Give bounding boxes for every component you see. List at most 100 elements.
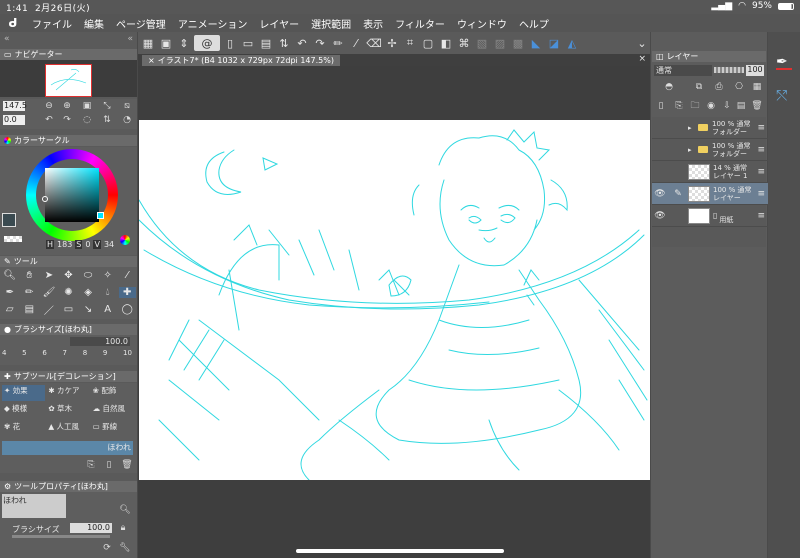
opacity-field[interactable]: 100 xyxy=(746,65,764,76)
selection-handle-icon[interactable]: ⌘ xyxy=(456,35,472,51)
copy-subtool-icon[interactable]: ⎘ xyxy=(84,459,98,471)
zoom-tool-icon[interactable]: 🔍︎ xyxy=(3,270,16,281)
layer-menu-icon[interactable]: ≡ xyxy=(757,211,765,221)
delete-subtool-icon[interactable]: 🗑︎ xyxy=(120,459,134,471)
new-folder-icon[interactable]: 🗀︎ xyxy=(688,100,702,112)
brush-size-title-bar[interactable]: ● ブラシサイズ[ほわ丸] xyxy=(0,324,137,335)
new-vector-layer-icon[interactable]: ⎘ xyxy=(672,100,686,112)
invert-selection-icon[interactable]: ◧ xyxy=(438,35,454,51)
color-mode-icon[interactable] xyxy=(120,235,130,245)
eyedropper-tool-icon[interactable]: ⁄ xyxy=(126,270,128,281)
export-icon[interactable]: ⇅ xyxy=(276,35,292,51)
merge-down-icon[interactable]: ⇩ xyxy=(720,100,734,112)
document-tab[interactable]: × イラスト7* (B4 1032 x 729px 72dpi 147.5%) xyxy=(142,55,340,66)
tool-brush-size-slider[interactable]: 100.0 xyxy=(70,523,112,533)
brush-preset[interactable]: 4 xyxy=(2,349,6,357)
text-tool-icon[interactable]: A xyxy=(104,304,111,315)
sv-picker-marker[interactable] xyxy=(42,196,48,202)
menu-filter[interactable]: フィルター xyxy=(395,16,445,31)
expand-folder-icon[interactable]: ▸ xyxy=(688,124,698,132)
brush-size-slider[interactable]: 100.0 xyxy=(70,337,130,346)
snap-perspective-icon[interactable]: ◭ xyxy=(564,35,580,51)
open-folder-icon[interactable]: ▭ xyxy=(240,35,256,51)
brush-preset[interactable]: 10 xyxy=(123,349,132,357)
flip-horizontal-icon[interactable]: ⧅ xyxy=(120,100,134,112)
home-indicator[interactable] xyxy=(296,549,504,553)
menu-help[interactable]: ヘルプ xyxy=(519,16,549,31)
pencil-tool-icon[interactable]: ✏︎ xyxy=(25,287,33,298)
brush-tool-icon[interactable]: 🖌︎ xyxy=(43,287,56,298)
fit-screen-icon[interactable]: ▣ xyxy=(80,100,94,112)
intermediate-color-icon[interactable]: ⤲ xyxy=(776,88,787,104)
spiral-logo-icon[interactable]: @ xyxy=(194,35,220,51)
layer-menu-icon[interactable]: ≡ xyxy=(757,145,765,155)
redo-icon[interactable]: ↷ xyxy=(312,35,328,51)
brush-preset[interactable]: 7 xyxy=(63,349,67,357)
layer-menu-icon[interactable]: ≡ xyxy=(757,123,765,133)
eye-icon[interactable]: 👁︎ xyxy=(652,189,668,199)
swap-icon[interactable]: ⇕ xyxy=(176,35,192,51)
operation-tool-icon[interactable]: ➤ xyxy=(45,270,53,281)
lock-layer-icon[interactable]: ⎔ xyxy=(732,81,746,93)
transparent-swatch[interactable] xyxy=(4,236,22,242)
rotate-left-icon[interactable]: ↶ xyxy=(42,114,56,126)
reset-rotation-icon[interactable]: ◌ xyxy=(80,114,94,126)
layer-row[interactable]: 14 % 通常 レイヤー 1 ≡ xyxy=(652,161,768,183)
subtool-group-item[interactable]: ▭ 罫線 xyxy=(91,421,134,437)
brush-preset[interactable]: 6 xyxy=(42,349,46,357)
tool-panel-title-bar[interactable]: ✎ ツール xyxy=(0,256,137,267)
menu-selection[interactable]: 選択範囲 xyxy=(311,16,351,31)
layer-menu-icon[interactable]: ≡ xyxy=(757,189,765,199)
snap-ruler-icon[interactable]: ◣ xyxy=(528,35,544,51)
decoration-tool-icon[interactable]: ✚ xyxy=(118,287,136,298)
menu-edit[interactable]: 編集 xyxy=(84,16,104,31)
expand-folder-icon[interactable]: ▸ xyxy=(688,146,698,154)
zoom-out-icon[interactable]: ⊖ xyxy=(42,100,56,112)
tab-close-icon[interactable]: × xyxy=(148,56,155,65)
save-icon[interactable]: ▤ xyxy=(258,35,274,51)
blend-tool-icon[interactable]: 💧︎ xyxy=(106,287,110,298)
new-raster-layer-icon[interactable]: ▯ xyxy=(654,100,668,112)
layer-panel-title-bar[interactable]: ◫ レイヤー xyxy=(652,51,766,62)
saturation-value-square[interactable] xyxy=(42,168,99,222)
layer-row[interactable]: ▸ 100 % 通常 フォルダー ≡ xyxy=(652,117,768,139)
rotate-canvas-icon[interactable]: ◔ xyxy=(120,114,134,126)
color-wheel[interactable] xyxy=(26,149,118,241)
menu-window[interactable]: ウィンドウ xyxy=(457,16,507,31)
layer-menu-icon[interactable]: ≡ xyxy=(757,167,765,177)
menu-view[interactable]: 表示 xyxy=(363,16,383,31)
stroke-fill-icon[interactable]: ▧ xyxy=(474,35,490,51)
app-logo-icon[interactable]: ᑯ xyxy=(0,16,26,30)
clip-layer-icon[interactable]: ⎙ xyxy=(712,81,726,93)
figure-tool-icon[interactable]: ／ xyxy=(44,302,54,317)
subtool-group-item[interactable]: ✿ 草木 xyxy=(46,403,89,419)
blend-mode-select[interactable]: 通常 xyxy=(654,65,712,76)
pen-edit-icon[interactable]: ✎ xyxy=(668,189,688,199)
fill-selection-icon[interactable]: ▨ xyxy=(492,35,508,51)
settings-icon[interactable]: 🔍︎ xyxy=(118,504,132,516)
clear-icon[interactable]: ⌫ xyxy=(366,35,382,51)
balloon-tool-icon[interactable]: ◯ xyxy=(122,304,133,315)
transform-icon[interactable]: ✢ xyxy=(384,35,400,51)
actual-size-icon[interactable]: ⤡ xyxy=(100,100,114,112)
panel-toggle-icon[interactable]: ▣ xyxy=(158,35,174,51)
zoom-in-icon[interactable]: ⊕ xyxy=(60,100,74,112)
layer-row[interactable]: 👁︎ ▯ 用紙 ≡ xyxy=(652,205,768,227)
collapse-right-icon[interactable]: « xyxy=(127,34,133,44)
toolbar-overflow-icon[interactable]: ⌄ xyxy=(634,35,650,51)
airbrush-tool-icon[interactable]: ✺ xyxy=(64,287,72,298)
apply-mask-icon[interactable]: ▤ xyxy=(734,100,748,112)
collapse-left-icon[interactable]: « xyxy=(4,34,10,44)
new-subtool-icon[interactable]: ▯ xyxy=(102,459,116,471)
eye-icon[interactable]: 👁︎ xyxy=(652,211,668,221)
move-tool-icon[interactable]: ✥ xyxy=(64,270,72,281)
selected-subtool[interactable]: ほわれ xyxy=(2,441,133,455)
selection-tool-icon[interactable]: ⬭ xyxy=(84,270,93,281)
subtool-group-item[interactable]: ❀ 配飾 xyxy=(91,385,134,401)
menu-animation[interactable]: アニメーション xyxy=(178,16,248,31)
mask-layer-icon[interactable]: ▦ xyxy=(750,81,764,93)
undo-icon[interactable]: ↶ xyxy=(294,35,310,51)
new-file-icon[interactable]: ▯ xyxy=(222,35,238,51)
subtool-group-item[interactable]: ▲ 人工風 xyxy=(46,421,89,437)
tool-property-title-bar[interactable]: ⚙︎ ツールプロパティ[ほわ丸] xyxy=(0,481,137,492)
